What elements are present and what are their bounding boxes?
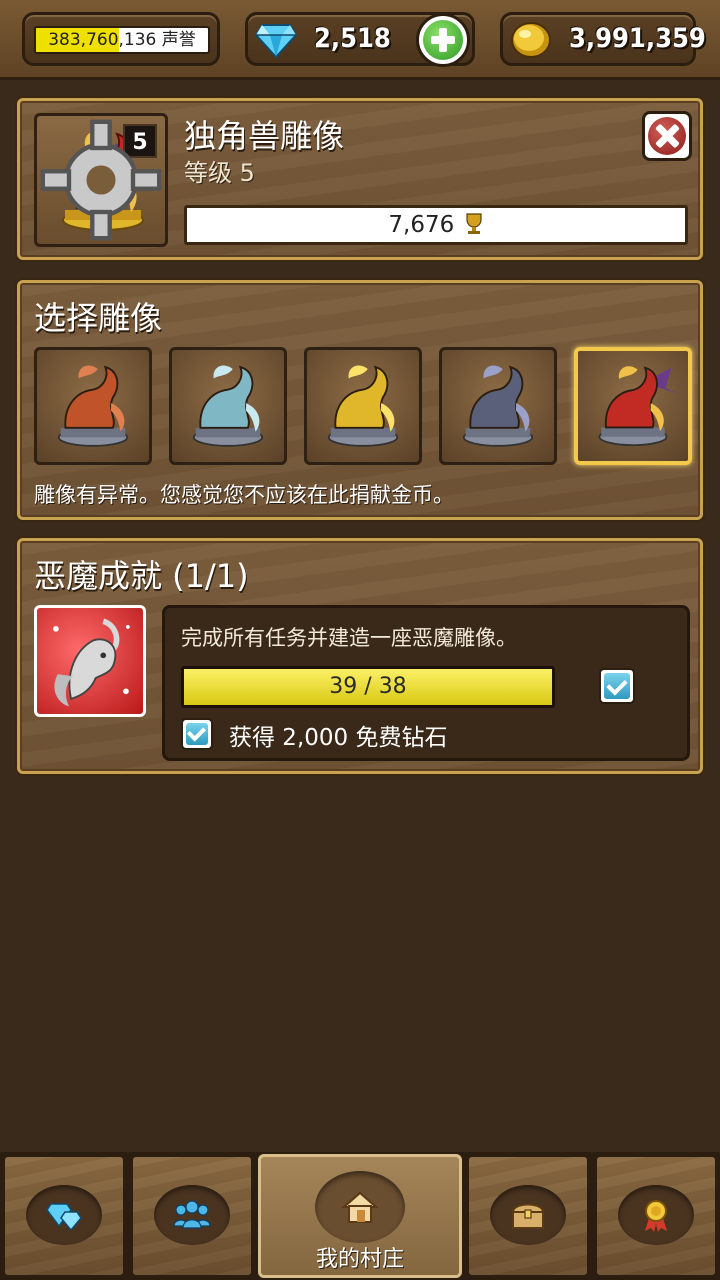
select-statue-panel: 选择雕像 雕像有异常。您感觉您不应该在此捐献金币。 bbox=[17, 280, 703, 520]
nav-friends-button[interactable] bbox=[130, 1154, 254, 1278]
trophy-count: 7,676 bbox=[388, 212, 455, 238]
select-statue-title: 选择雕像 bbox=[34, 299, 163, 337]
statue-option-bronze-statue[interactable] bbox=[34, 347, 152, 465]
gem-count: 2,518 bbox=[314, 23, 391, 54]
nav-icon-circle bbox=[490, 1185, 566, 1245]
dark-statue-icon bbox=[462, 365, 534, 447]
reward-text: 获得 2,000 免费钻石 bbox=[229, 725, 448, 751]
bronze-statue-icon bbox=[57, 365, 129, 447]
trophy-icon bbox=[465, 213, 482, 234]
statue-option-gold-statue[interactable] bbox=[304, 347, 422, 465]
statue-message: 雕像有异常。您感觉您不应该在此捐献金币。 bbox=[34, 483, 454, 507]
nav-icon-circle bbox=[618, 1185, 694, 1245]
statue-option-crystal-statue[interactable] bbox=[169, 347, 287, 465]
gear-icon[interactable] bbox=[37, 116, 165, 244]
coin-count: 3,991,359 bbox=[569, 23, 706, 54]
nav-icon-circle bbox=[154, 1185, 230, 1245]
nav-my-village-button[interactable]: 我的村庄 bbox=[258, 1154, 462, 1278]
statue-name: 独角兽雕像 bbox=[184, 117, 345, 155]
nav-gems-button[interactable] bbox=[2, 1154, 126, 1278]
trophy-bar: 7,676 bbox=[184, 205, 688, 245]
statue-options bbox=[34, 347, 694, 467]
diamond-icon bbox=[254, 24, 298, 59]
checkmark-icon bbox=[186, 723, 208, 745]
reputation-text: 383,760,136 声誉 bbox=[48, 30, 196, 50]
achievement-details: 完成所有任务并建造一座恶魔雕像。 39 / 38 获得 2,000 免费钻石 bbox=[162, 605, 690, 761]
achievement-image bbox=[34, 605, 146, 717]
reputation-bar: 383,760,136 声誉 bbox=[34, 26, 210, 54]
nav-icon-circle bbox=[315, 1171, 405, 1243]
plus-icon bbox=[423, 20, 463, 60]
coin-pill: 3,991,359 bbox=[500, 12, 706, 66]
close-button[interactable] bbox=[642, 111, 692, 161]
achievement-title: 恶魔成就 (1/1) bbox=[34, 557, 249, 595]
nav-achievements-button[interactable] bbox=[594, 1154, 718, 1278]
statue-option-demon-statue[interactable] bbox=[574, 347, 692, 465]
demon-statue-icon bbox=[598, 366, 679, 447]
achievement-complete-checkbox[interactable] bbox=[599, 668, 635, 704]
nav-chest-button[interactable] bbox=[466, 1154, 590, 1278]
nav-my-village-label: 我的村庄 bbox=[315, 1247, 404, 1272]
achievement-panel: 恶魔成就 (1/1) 完成所有任务并建造一座恶魔雕像。 39 / 38 获得 2… bbox=[17, 538, 703, 774]
nav-icon-circle bbox=[26, 1185, 102, 1245]
gold-statue-icon bbox=[327, 365, 399, 447]
bottom-navigation: 我的村庄 bbox=[0, 1152, 720, 1280]
achievement-progress-text: 39 / 38 bbox=[329, 674, 407, 699]
achievement-progress-bar: 39 / 38 bbox=[181, 666, 555, 708]
reputation-pill: 383,760,136 声誉 bbox=[22, 12, 220, 66]
home-icon bbox=[341, 1191, 379, 1223]
add-gems-button[interactable] bbox=[416, 13, 470, 67]
statue-option-dark-statue[interactable] bbox=[439, 347, 557, 465]
current-statue-thumbnail[interactable]: 5 bbox=[34, 113, 168, 247]
demon-head-icon bbox=[53, 618, 130, 707]
people-icon bbox=[173, 1200, 211, 1229]
gem-pill: 2,518 bbox=[245, 12, 475, 67]
reward-checkbox[interactable] bbox=[181, 718, 213, 750]
treasure-chest-icon bbox=[511, 1203, 545, 1229]
close-icon bbox=[648, 117, 686, 155]
achievement-description: 完成所有任务并建造一座恶魔雕像。 bbox=[181, 626, 517, 650]
coin-icon bbox=[511, 22, 551, 58]
statue-info-panel: 5 独角兽雕像 等级 5 7,676 bbox=[17, 98, 703, 260]
checkmark-icon bbox=[604, 673, 630, 699]
statue-level: 等级 5 bbox=[184, 159, 255, 187]
top-bar: 383,760,136 声誉 2,518 3,991,359 bbox=[0, 0, 720, 80]
diamonds-icon bbox=[46, 1203, 82, 1232]
crystal-statue-icon bbox=[192, 365, 264, 447]
medal-icon bbox=[645, 1200, 667, 1232]
